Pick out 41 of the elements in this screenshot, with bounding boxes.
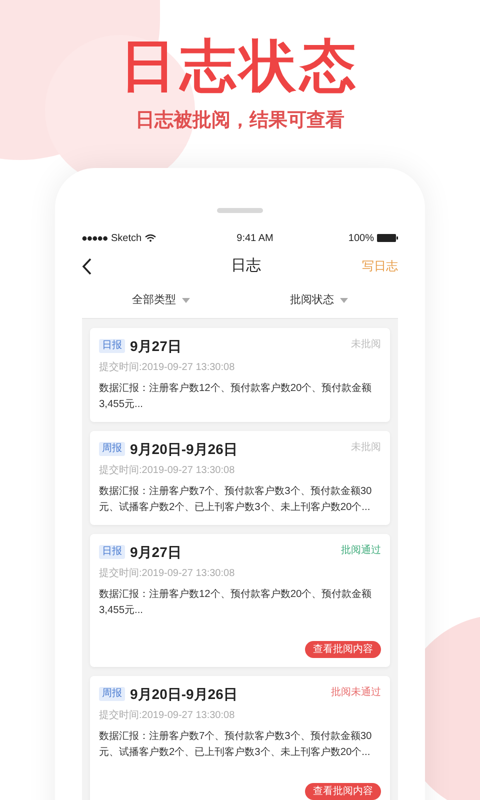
wifi-icon <box>144 234 156 242</box>
report-date: 9月27日 <box>130 337 182 355</box>
speaker-slot <box>217 208 263 213</box>
back-icon <box>82 258 92 274</box>
carrier-name: Sketch <box>111 232 142 246</box>
report-card[interactable]: 日报 9月27日 未批阅 提交时间:2019-09-27 13:30:08 数据汇报：注册客户数12个、预付款客户数20个、预付款金额3,455元... <box>90 328 390 422</box>
review-status: 未批阅 <box>351 440 381 455</box>
caret-icon <box>182 298 190 303</box>
report-date: 9月20日-9月26日 <box>130 440 238 458</box>
report-type-tag: 周报 <box>99 687 125 701</box>
review-status: 批阅通过 <box>341 544 381 558</box>
view-review-button[interactable]: 查看批阅内容 <box>305 641 381 658</box>
report-card[interactable]: 周报 9月20日-9月26日 批阅未通过 提交时间:2019-09-27 13:30:08 数据汇报：注册客户数7个、预付款客户数3个、预付款金额30元、试播客户数2个、已上刊客户数3个、未上刊客户数20个... 查看批阅内容 <box>90 676 390 800</box>
report-date: 9月27日 <box>130 543 182 561</box>
filter-dropdown[interactable]: 全部类型 <box>82 292 240 309</box>
report-summary: 数据汇报：注册客户数12个、预付款客户数20个、预付款金额3,455元... <box>99 588 373 618</box>
report-summary: 数据汇报：注册客户数7个、预付款客户数3个、预付款金额30元、试播客户数2个、已上刊客户数3个、未上刊客户数20个... <box>99 484 373 515</box>
report-type-tag: 周报 <box>99 442 125 456</box>
filter-dropdown[interactable]: 批阅状态 <box>240 292 398 309</box>
submit-time: 提交时间:2019-09-27 13:30:08 <box>99 708 236 723</box>
headline: 日志状态 <box>120 36 360 96</box>
page-title: 日志 <box>231 256 261 276</box>
submit-time: 提交时间:2019-09-27 13:30:08 <box>99 464 236 478</box>
report-date: 9月20日-9月26日 <box>130 685 238 703</box>
submit-time: 提交时间:2019-09-27 13:30:08 <box>99 566 236 581</box>
report-summary: 数据汇报：注册客户数12个、预付款客户数20个、预付款金额3,455元... <box>99 382 373 412</box>
report-card[interactable]: 日报 9月27日 批阅通过 提交时间:2019-09-27 13:30:08 数据汇报：注册客户数12个、预付款客户数20个、预付款金额3,455元... 查看批阅内容 <box>90 534 390 667</box>
review-status: 未批阅 <box>351 338 381 352</box>
battery-icon <box>376 234 398 242</box>
clock-time: 9:41 AM <box>236 232 274 246</box>
signal-icon <box>82 236 108 240</box>
view-review-button[interactable]: 查看批阅内容 <box>305 783 381 800</box>
report-type-tag: 日报 <box>99 339 125 353</box>
report-type-tag: 日报 <box>99 545 125 559</box>
report-card[interactable]: 周报 9月20日-9月26日 未批阅 提交时间:2019-09-27 13:30:08 数据汇报：注册客户数7个、预付款客户数3个、预付款金额30元、试播客户数2个、已上刊客户数3个、未上刊客户数20个... <box>90 431 390 525</box>
battery-percent: 100% <box>348 232 374 246</box>
submit-time: 提交时间:2019-09-27 13:30:08 <box>99 360 236 375</box>
caret-icon <box>340 298 348 303</box>
report-summary: 数据汇报：注册客户数7个、预付款客户数3个、预付款金额30元、试播客户数2个、已上刊客户数3个、未上刊客户数20个... <box>99 730 373 760</box>
subheadline: 日志被批阅，结果可查看 <box>136 108 344 133</box>
review-status: 批阅未通过 <box>331 686 381 700</box>
